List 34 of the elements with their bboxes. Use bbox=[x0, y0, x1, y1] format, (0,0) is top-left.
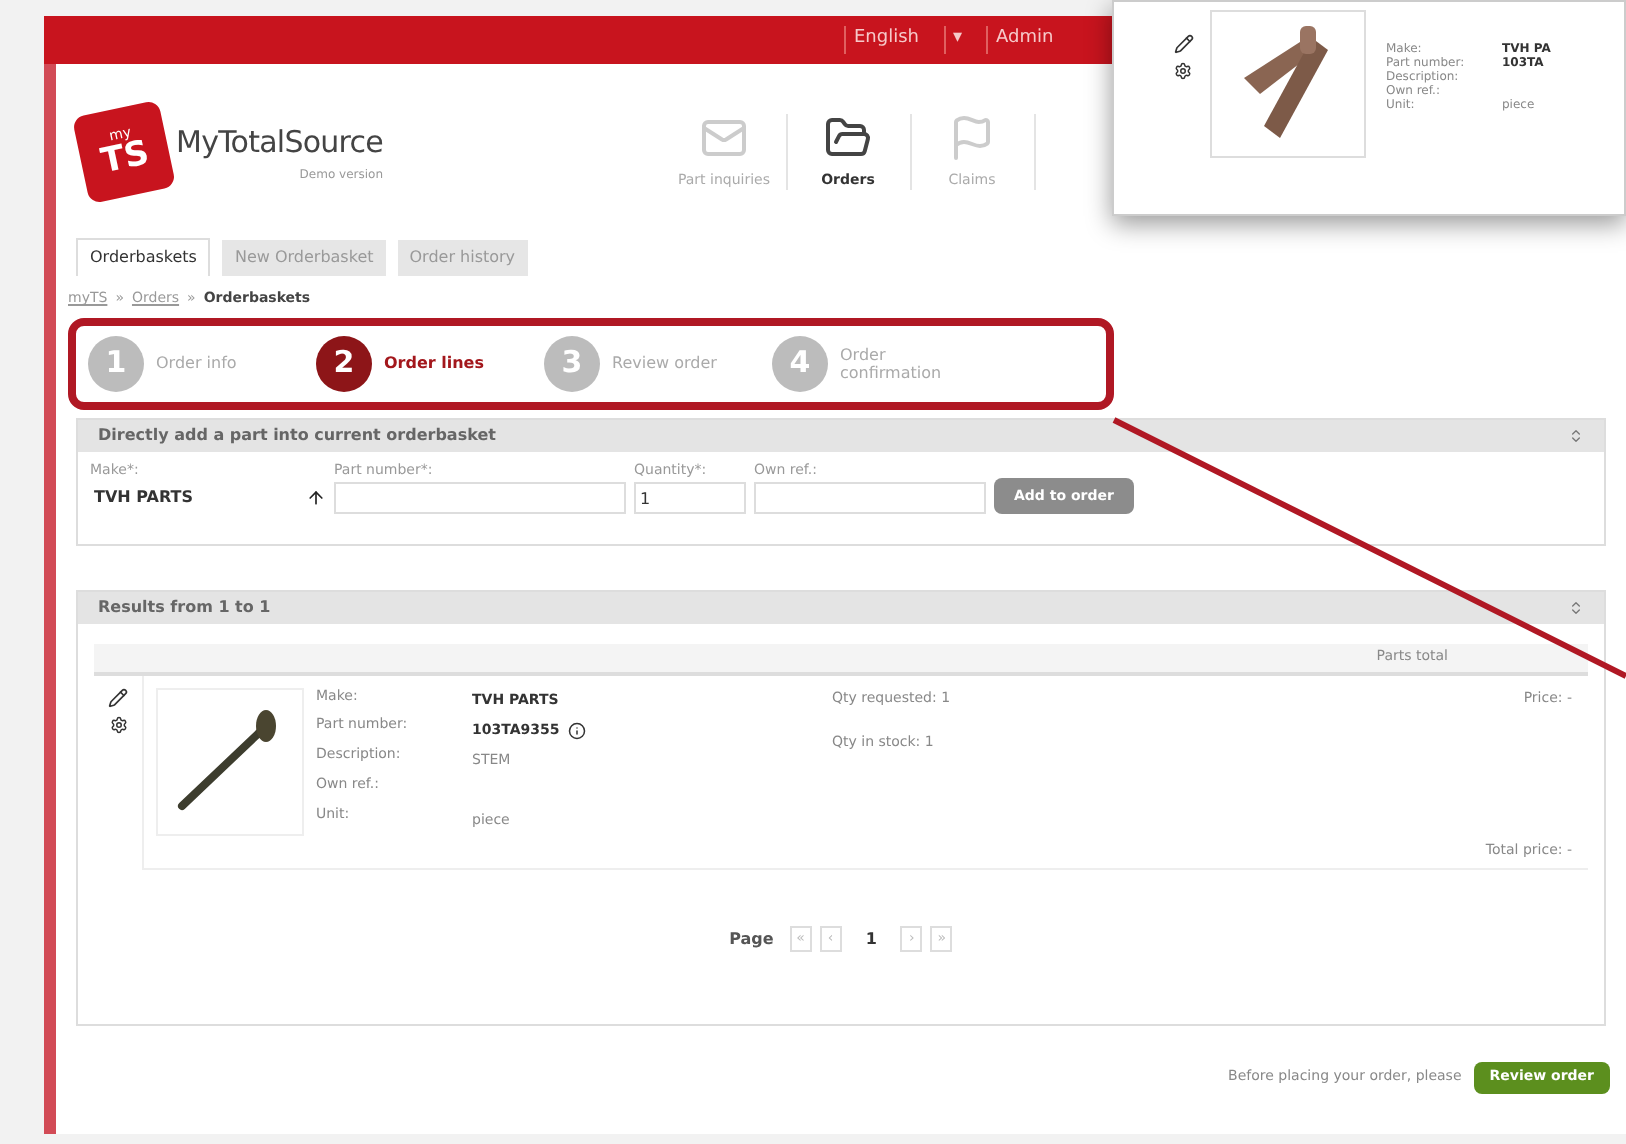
input-field[interactable] bbox=[334, 482, 626, 514]
tab[interactable]: Order history bbox=[397, 240, 528, 276]
tab[interactable]: New Orderbasket bbox=[222, 240, 386, 276]
step-number: 2 bbox=[316, 335, 372, 391]
collapse-icon[interactable] bbox=[1568, 599, 1584, 615]
logo-name: MyTotalSource bbox=[176, 122, 383, 165]
top-bar-link[interactable]: Admin bbox=[986, 26, 1062, 54]
top-bar-link[interactable]: ▾ bbox=[943, 26, 971, 54]
step-label: Order info bbox=[156, 354, 239, 372]
input-field[interactable]: 1 bbox=[634, 482, 746, 514]
panel-title: Results from 1 to 1 bbox=[98, 595, 271, 619]
input-field[interactable] bbox=[754, 482, 986, 514]
settings-icon[interactable] bbox=[1174, 62, 1192, 80]
step-label: Review order bbox=[612, 354, 719, 372]
step-label: Order lines bbox=[384, 354, 486, 372]
step-number: 4 bbox=[772, 335, 828, 391]
step-label: Order confirmation bbox=[840, 345, 944, 381]
edit-icon[interactable] bbox=[1174, 34, 1194, 54]
tab[interactable]: Orderbaskets bbox=[76, 238, 211, 276]
flag-icon bbox=[948, 113, 996, 162]
top-bar-link[interactable]: English bbox=[844, 26, 927, 54]
current-page: 1 bbox=[865, 927, 877, 951]
step-number: 1 bbox=[88, 335, 144, 391]
edit-icon[interactable] bbox=[108, 687, 128, 707]
collapse-icon[interactable] bbox=[1568, 427, 1584, 443]
make-select[interactable]: TVH PARTS bbox=[90, 482, 326, 514]
arrow-up-icon bbox=[306, 488, 326, 508]
page-label: Page bbox=[729, 927, 774, 951]
panel-title: Directly add a part into current orderbasket bbox=[98, 423, 496, 447]
folder-icon bbox=[824, 113, 872, 162]
settings-icon[interactable] bbox=[109, 715, 127, 733]
info-icon[interactable] bbox=[567, 722, 586, 741]
step-number: 3 bbox=[544, 335, 600, 391]
logo-badge-text: TS bbox=[98, 137, 153, 181]
